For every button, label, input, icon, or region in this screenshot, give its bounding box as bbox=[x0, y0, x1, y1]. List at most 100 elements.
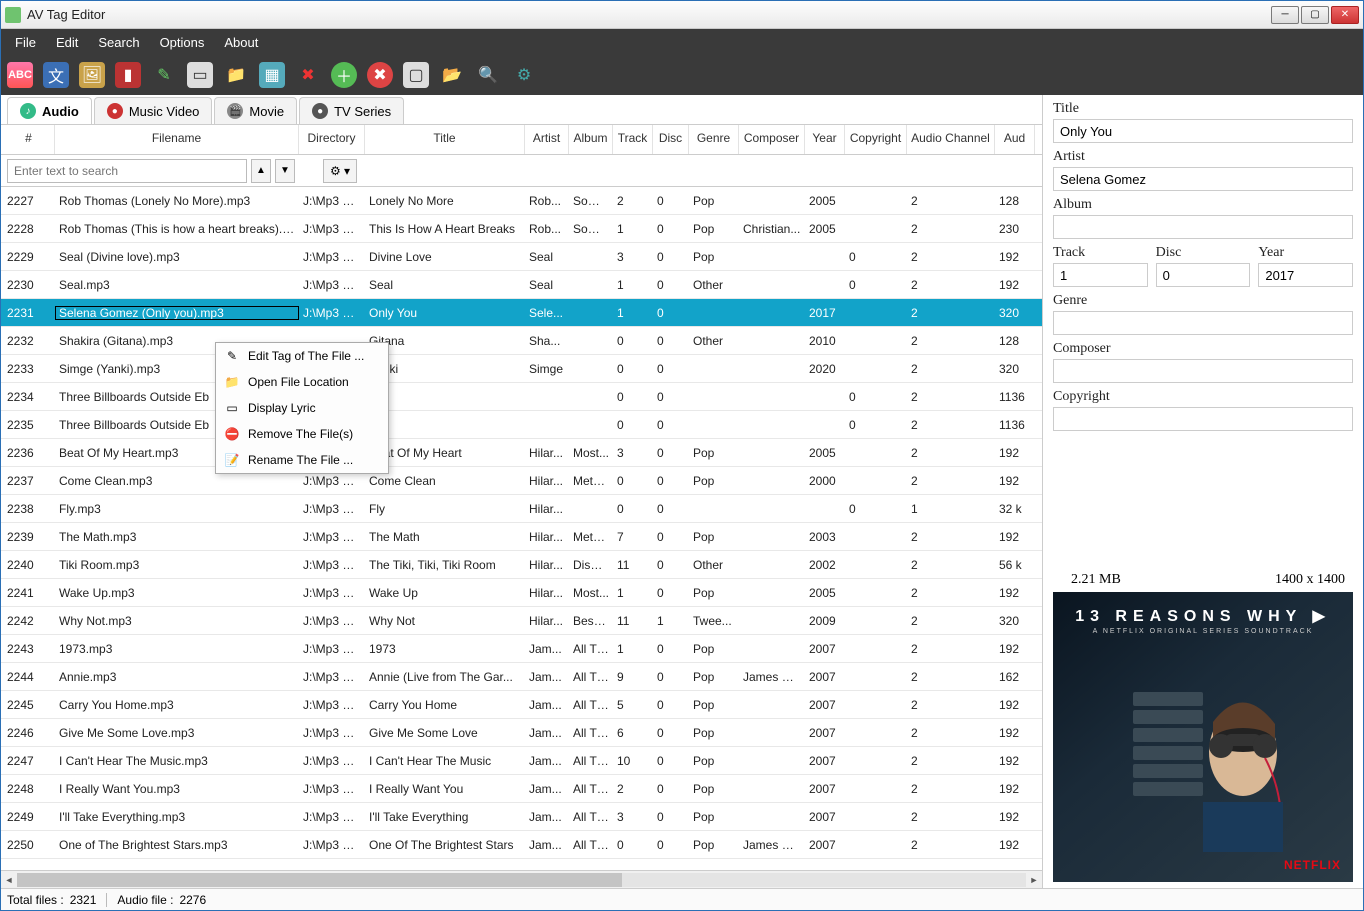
column-header[interactable]: Artist bbox=[525, 125, 569, 154]
scroll-track[interactable] bbox=[17, 873, 1026, 887]
folder-icon[interactable]: 📁 bbox=[223, 62, 249, 88]
scroll-left-icon[interactable]: ◄ bbox=[1, 872, 17, 888]
context-edit-tag-of-the-file-[interactable]: ✎Edit Tag of The File ... bbox=[216, 343, 388, 369]
table-row[interactable]: 2239The Math.mp3J:\Mp3 M...The MathHilar… bbox=[1, 523, 1042, 551]
maximize-button[interactable]: ▢ bbox=[1301, 6, 1329, 24]
delete-icon[interactable]: ✖ bbox=[295, 62, 321, 88]
picture-icon[interactable]: 🖼 bbox=[79, 62, 105, 88]
filter-down-button[interactable]: ▼ bbox=[275, 159, 295, 183]
copyright-field[interactable] bbox=[1053, 407, 1353, 431]
menu-file[interactable]: File bbox=[5, 31, 46, 54]
book-icon[interactable]: ▮ bbox=[115, 62, 141, 88]
column-header[interactable]: Audio Channel bbox=[907, 125, 995, 154]
cell-title: Beat Of My Heart bbox=[365, 446, 525, 460]
composer-field[interactable] bbox=[1053, 359, 1353, 383]
column-header[interactable]: Disc bbox=[653, 125, 689, 154]
column-header[interactable]: Album bbox=[569, 125, 613, 154]
menu-about[interactable]: About bbox=[214, 31, 268, 54]
table-row[interactable]: 22431973.mp3J:\Mp3 M...1973Jam...All Th.… bbox=[1, 635, 1042, 663]
cell-title: Seal bbox=[365, 278, 525, 292]
abc-icon[interactable]: ABC bbox=[7, 62, 33, 88]
table-row[interactable]: 2232Shakira (Gitana).mp3GitanaSha...00Ot… bbox=[1, 327, 1042, 355]
table-row[interactable]: 2237Come Clean.mp3J:\Mp3 M...Come CleanH… bbox=[1, 467, 1042, 495]
tab-audio[interactable]: ♪Audio bbox=[7, 97, 92, 124]
menu-options[interactable]: Options bbox=[150, 31, 215, 54]
menu-edit[interactable]: Edit bbox=[46, 31, 88, 54]
table-row[interactable]: 2231Selena Gomez (Only you).mp3J:\Mp3 M.… bbox=[1, 299, 1042, 327]
column-header[interactable]: # bbox=[1, 125, 55, 154]
context-rename-the-file-[interactable]: 📝Rename The File ... bbox=[216, 447, 388, 473]
column-header[interactable]: Genre bbox=[689, 125, 739, 154]
column-header[interactable]: Filename bbox=[55, 125, 299, 154]
translate-icon[interactable]: 文 bbox=[43, 62, 69, 88]
remove-icon[interactable]: ✖ bbox=[367, 62, 393, 88]
table-row[interactable]: 2233Simge (Yanki).mp3YankiSimge002020232… bbox=[1, 355, 1042, 383]
table-row[interactable]: 2229Seal (Divine love).mp3J:\Mp3 M...Div… bbox=[1, 243, 1042, 271]
cell-disc: 0 bbox=[653, 306, 689, 320]
column-header[interactable]: Title bbox=[365, 125, 525, 154]
table-row[interactable]: 2238Fly.mp3J:\Mp3 M...FlyHilar...000132 … bbox=[1, 495, 1042, 523]
scroll-right-icon[interactable]: ► bbox=[1026, 872, 1042, 888]
rename-icon[interactable]: ▭ bbox=[187, 62, 213, 88]
column-header[interactable]: Year bbox=[805, 125, 845, 154]
column-header[interactable]: Aud bbox=[995, 125, 1035, 154]
table-row[interactable]: 2227Rob Thomas (Lonely No More).mp3J:\Mp… bbox=[1, 187, 1042, 215]
scroll-thumb[interactable] bbox=[17, 873, 622, 887]
year-field[interactable] bbox=[1258, 263, 1353, 287]
table-row[interactable]: 2236Beat Of My Heart.mp3J:\Mp3 M...Beat … bbox=[1, 439, 1042, 467]
add-icon[interactable]: ＋ bbox=[331, 62, 357, 88]
close-button[interactable]: ✕ bbox=[1331, 6, 1359, 24]
search-icon[interactable]: 🔍 bbox=[475, 62, 501, 88]
filter-up-button[interactable]: ▲ bbox=[251, 159, 271, 183]
genre-field[interactable] bbox=[1053, 311, 1353, 335]
column-header[interactable]: Copyright bbox=[845, 125, 907, 154]
title-field[interactable] bbox=[1053, 119, 1353, 143]
disc-field[interactable] bbox=[1156, 263, 1251, 287]
cell-chan: 2 bbox=[907, 334, 995, 348]
table-row[interactable]: 2249I'll Take Everything.mp3J:\Mp3 M...I… bbox=[1, 803, 1042, 831]
search-input[interactable] bbox=[7, 159, 247, 183]
context-open-file-location[interactable]: 📁Open File Location bbox=[216, 369, 388, 395]
table-row[interactable]: 2241Wake Up.mp3J:\Mp3 M...Wake UpHilar..… bbox=[1, 579, 1042, 607]
track-field[interactable] bbox=[1053, 263, 1148, 287]
column-settings-button[interactable]: ⚙ ▾ bbox=[323, 159, 357, 183]
settings-icon[interactable]: ⚙ bbox=[511, 62, 537, 88]
column-header[interactable]: Composer bbox=[739, 125, 805, 154]
table-row[interactable]: 2230Seal.mp3J:\Mp3 M...SealSeal10Other02… bbox=[1, 271, 1042, 299]
album-art[interactable]: 13 REASONS WHY ▶ A NETFLIX ORIGINAL SERI… bbox=[1053, 592, 1353, 882]
minimize-button[interactable]: ─ bbox=[1271, 6, 1299, 24]
table[interactable]: 2227Rob Thomas (Lonely No More).mp3J:\Mp… bbox=[1, 187, 1042, 870]
cell-chan: 2 bbox=[907, 838, 995, 852]
cell-dir: J:\Mp3 M... bbox=[299, 530, 365, 544]
table-row[interactable]: 2248I Really Want You.mp3J:\Mp3 M...I Re… bbox=[1, 775, 1042, 803]
menu-search[interactable]: Search bbox=[88, 31, 149, 54]
column-header[interactable]: Directory bbox=[299, 125, 365, 154]
table-row[interactable]: 2234Three Billboards Outside Eb00021136 bbox=[1, 383, 1042, 411]
edit-icon[interactable]: ✎ bbox=[151, 62, 177, 88]
table-row[interactable]: 2250One of The Brightest Stars.mp3J:\Mp3… bbox=[1, 831, 1042, 859]
tab-tv-series[interactable]: ●TV Series bbox=[299, 97, 404, 124]
table-row[interactable]: 2240Tiki Room.mp3J:\Mp3 M...The Tiki, Ti… bbox=[1, 551, 1042, 579]
tab-music-video[interactable]: ●Music Video bbox=[94, 97, 213, 124]
cell-artist: Sha... bbox=[525, 334, 569, 348]
cell-genre: Pop bbox=[689, 446, 739, 460]
table-row[interactable]: 2235Three Billboards Outside Eb00021136 bbox=[1, 411, 1042, 439]
screen-icon[interactable]: ▢ bbox=[403, 62, 429, 88]
folder-search-icon[interactable]: 📂 bbox=[439, 62, 465, 88]
table-row[interactable]: 2245Carry You Home.mp3J:\Mp3 M...Carry Y… bbox=[1, 691, 1042, 719]
cell-track: 1 bbox=[613, 306, 653, 320]
context-remove-the-file-s-[interactable]: ⛔Remove The File(s) bbox=[216, 421, 388, 447]
cell-track: 0 bbox=[613, 502, 653, 516]
table-row[interactable]: 2244Annie.mp3J:\Mp3 M...Annie (Live from… bbox=[1, 663, 1042, 691]
context-display-lyric[interactable]: ▭Display Lyric bbox=[216, 395, 388, 421]
column-header[interactable]: Track bbox=[613, 125, 653, 154]
table-row[interactable]: 2247I Can't Hear The Music.mp3J:\Mp3 M..… bbox=[1, 747, 1042, 775]
select-icon[interactable]: ▦ bbox=[259, 62, 285, 88]
album-field[interactable] bbox=[1053, 215, 1353, 239]
table-row[interactable]: 2228Rob Thomas (This is how a heart brea… bbox=[1, 215, 1042, 243]
table-row[interactable]: 2246Give Me Some Love.mp3J:\Mp3 M...Give… bbox=[1, 719, 1042, 747]
horizontal-scrollbar[interactable]: ◄ ► bbox=[1, 870, 1042, 888]
tab-movie[interactable]: 🎬Movie bbox=[214, 97, 297, 124]
artist-field[interactable] bbox=[1053, 167, 1353, 191]
table-row[interactable]: 2242Why Not.mp3J:\Mp3 M...Why NotHilar..… bbox=[1, 607, 1042, 635]
